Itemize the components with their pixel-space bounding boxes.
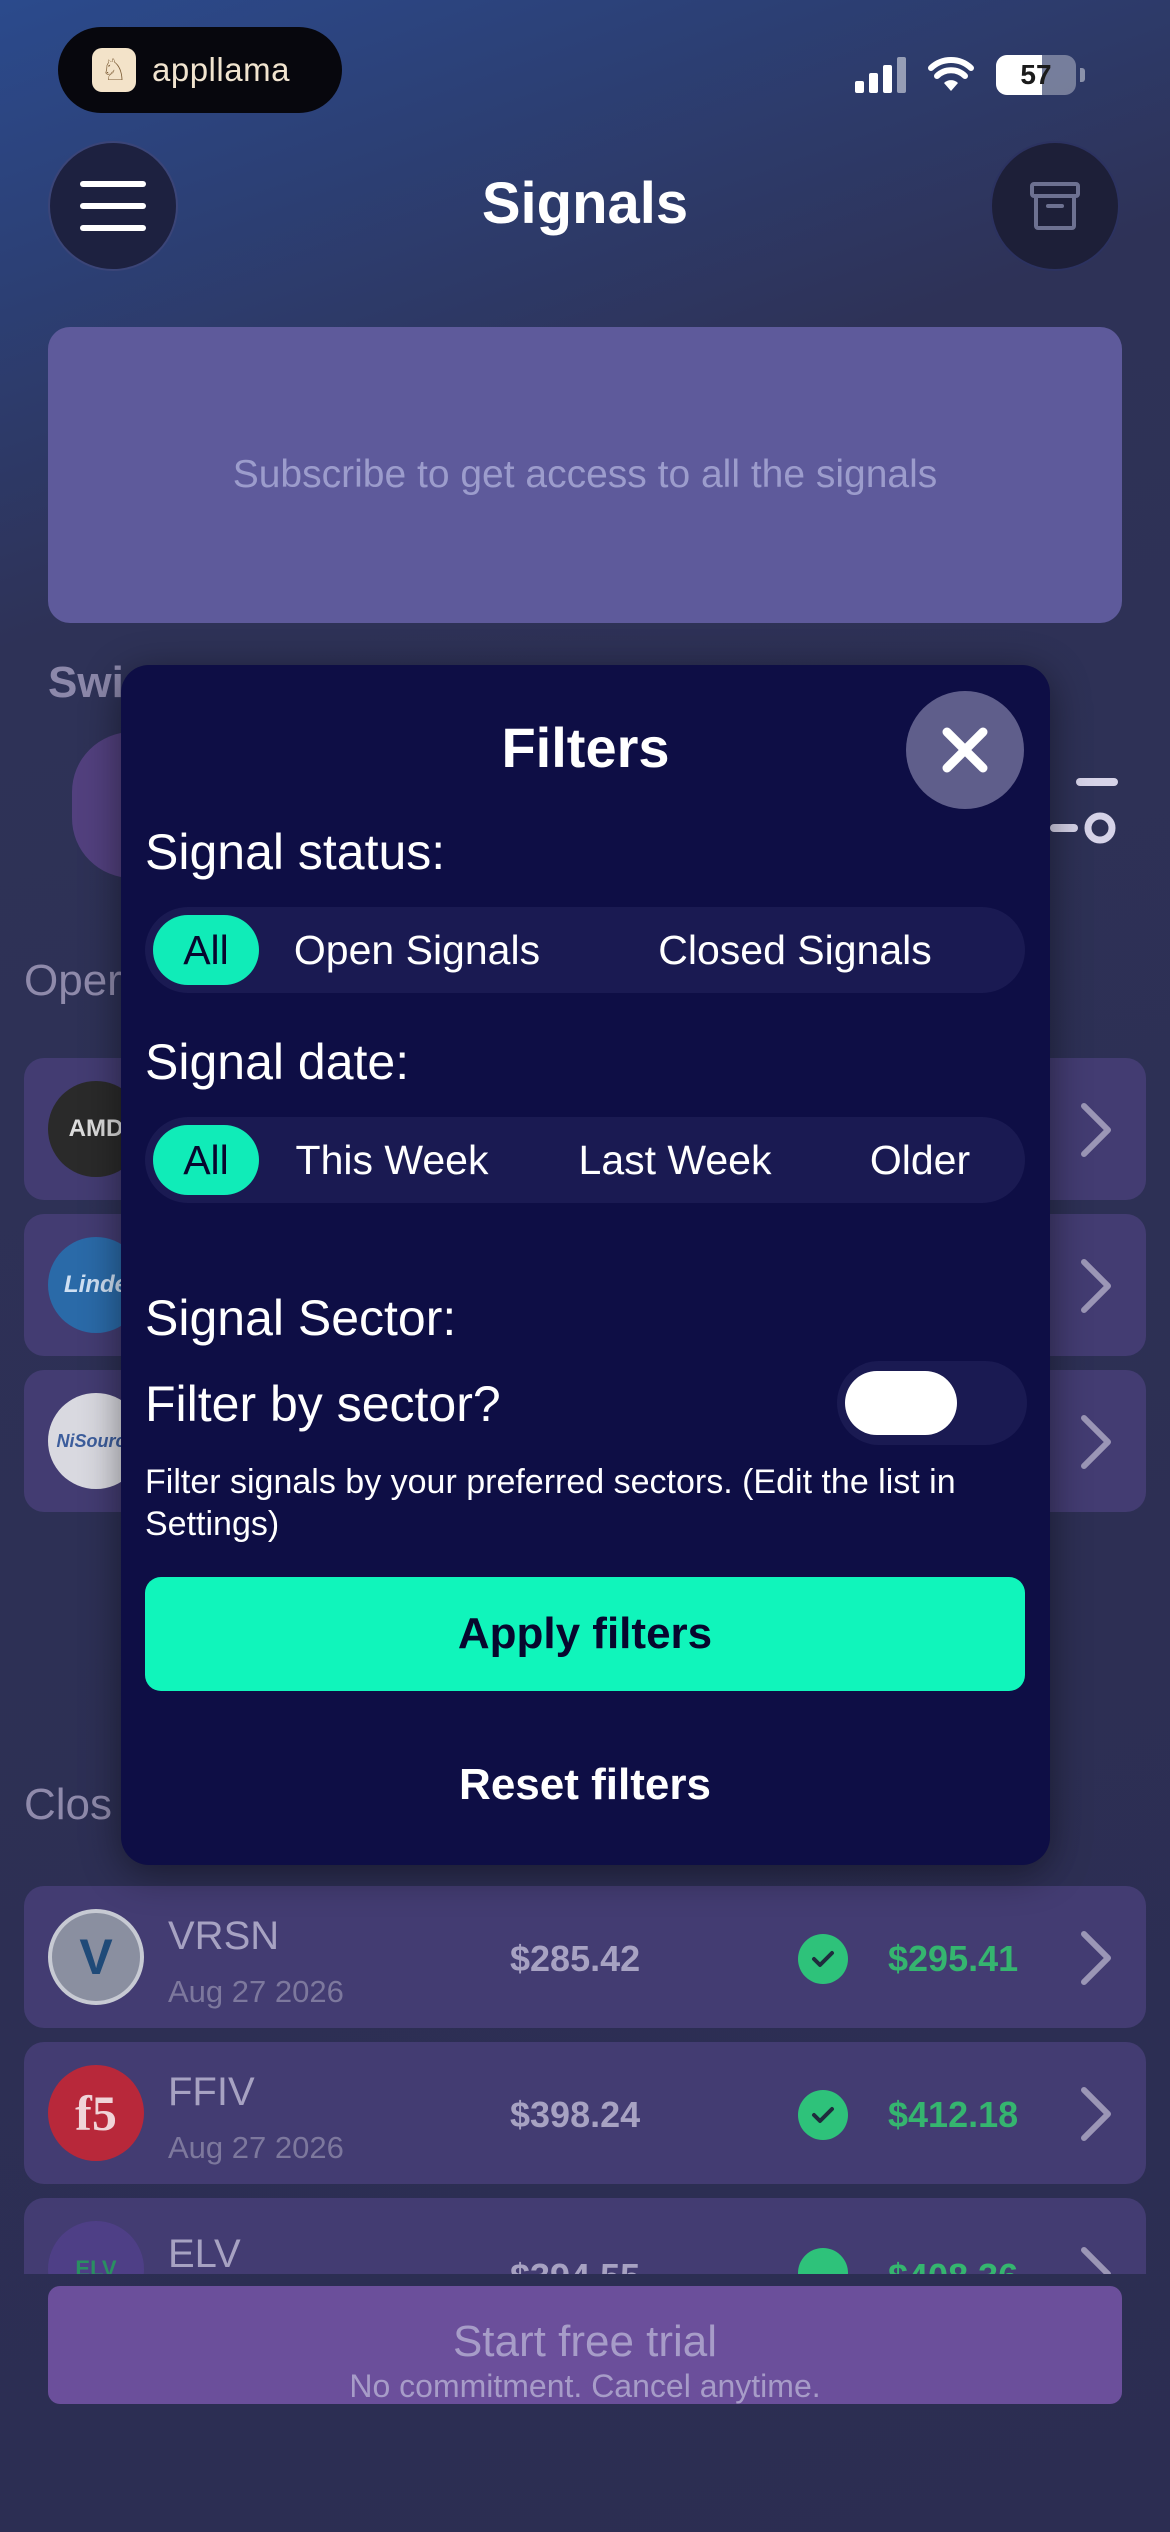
reset-filters-button[interactable]: Reset filters <box>145 1745 1025 1825</box>
chevron-right-icon <box>1081 1931 1111 1985</box>
status-indicators: 57 <box>855 55 1085 95</box>
filter-by-sector-label: Filter by sector? <box>145 1376 501 1432</box>
signal-target-price: $408.36 <box>888 2256 1018 2274</box>
closed-signal-row[interactable]: f5 FFIV Aug 27 2026 $398.24 $412.18 <box>24 2042 1146 2184</box>
llama-logo-icon: ♘ <box>92 48 136 92</box>
chevron-right-icon <box>1081 1259 1111 1313</box>
subscribe-banner-text: Subscribe to get access to all the signa… <box>232 453 938 496</box>
trial-subtitle: No commitment. Cancel anytime. <box>349 2368 821 2404</box>
signal-ticker: ELV <box>168 2232 241 2274</box>
company-logo: ELV <box>48 2221 144 2274</box>
check-icon <box>798 2090 848 2140</box>
date-option-this-week[interactable]: This Week <box>277 1125 507 1195</box>
section-title-swing: Swi <box>48 658 124 707</box>
filters-modal: Filters Signal status: All Open Signals … <box>121 665 1050 1865</box>
archive-button[interactable] <box>990 141 1120 271</box>
closed-signal-row-clip: ELV ELV $394.55 $408.36 <box>0 2198 1170 2274</box>
signal-date: Aug 27 2026 <box>168 2130 344 2165</box>
check-icon <box>798 2248 848 2274</box>
chevron-right-icon <box>1081 1103 1111 1157</box>
close-icon <box>942 727 988 773</box>
status-option-open[interactable]: Open Signals <box>287 915 547 985</box>
cellular-signal-icon <box>855 57 906 93</box>
status-option-all[interactable]: All <box>153 915 259 985</box>
date-option-older[interactable]: Older <box>835 1125 1005 1195</box>
signal-sector-label: Signal Sector: <box>145 1290 457 1346</box>
app-badge-label: appllama <box>152 51 290 88</box>
archive-icon <box>1030 182 1080 230</box>
closed-signal-row[interactable]: ELV ELV $394.55 $408.36 <box>24 2198 1146 2274</box>
toggle-knob <box>845 1371 957 1435</box>
signal-entry-price: $285.42 <box>510 1938 641 1979</box>
signal-entry-price: $398.24 <box>510 2094 641 2135</box>
signal-entry-price: $394.55 <box>510 2256 640 2274</box>
chevron-right-icon <box>1081 1415 1111 1469</box>
signal-date-segmented-control: All This Week Last Week Older <box>145 1117 1025 1203</box>
wifi-icon <box>928 57 974 91</box>
check-icon <box>798 1934 848 1984</box>
battery-icon: 57 <box>996 55 1076 95</box>
signal-date-label: Signal date: <box>145 1034 410 1090</box>
date-option-all[interactable]: All <box>153 1125 259 1195</box>
company-logo: V <box>48 1909 144 2005</box>
signal-status-segmented-control: All Open Signals Closed Signals <box>145 907 1025 993</box>
filter-by-sector-toggle[interactable] <box>837 1361 1027 1445</box>
status-option-closed[interactable]: Closed Signals <box>585 915 1005 985</box>
app-badge: ♘ appllama <box>58 27 342 113</box>
company-logo: f5 <box>48 2065 144 2161</box>
section-title-open: Oper <box>24 956 122 1005</box>
close-button[interactable] <box>906 691 1024 809</box>
section-title-closed: Clos <box>24 1780 113 1829</box>
subscribe-banner[interactable]: Subscribe to get access to all the signa… <box>48 327 1122 623</box>
trial-title: Start free trial <box>452 2317 718 2366</box>
signal-target-price: $412.18 <box>888 2094 1019 2135</box>
signal-ticker: FFIV <box>168 2070 255 2114</box>
closed-signal-row[interactable]: V VRSN Aug 27 2026 $285.42 $295.41 <box>24 1886 1146 2028</box>
apply-filters-button[interactable]: Apply filters <box>145 1577 1025 1691</box>
battery-level: 57 <box>1020 59 1052 90</box>
signal-status-label: Signal status: <box>145 824 446 880</box>
signal-target-price: $295.41 <box>888 1938 1019 1979</box>
date-option-last-week[interactable]: Last Week <box>555 1125 795 1195</box>
start-trial-button[interactable]: Start free trial No commitment. Cancel a… <box>48 2286 1122 2404</box>
signal-ticker: VRSN <box>168 1914 280 1958</box>
chevron-right-icon <box>1081 2087 1111 2141</box>
sector-helper-text: Filter signals by your preferred sectors… <box>145 1463 956 1543</box>
signal-date: Aug 27 2026 <box>168 1974 344 2009</box>
sliders-icon <box>1050 778 1118 844</box>
chevron-right-icon <box>1081 2247 1111 2274</box>
